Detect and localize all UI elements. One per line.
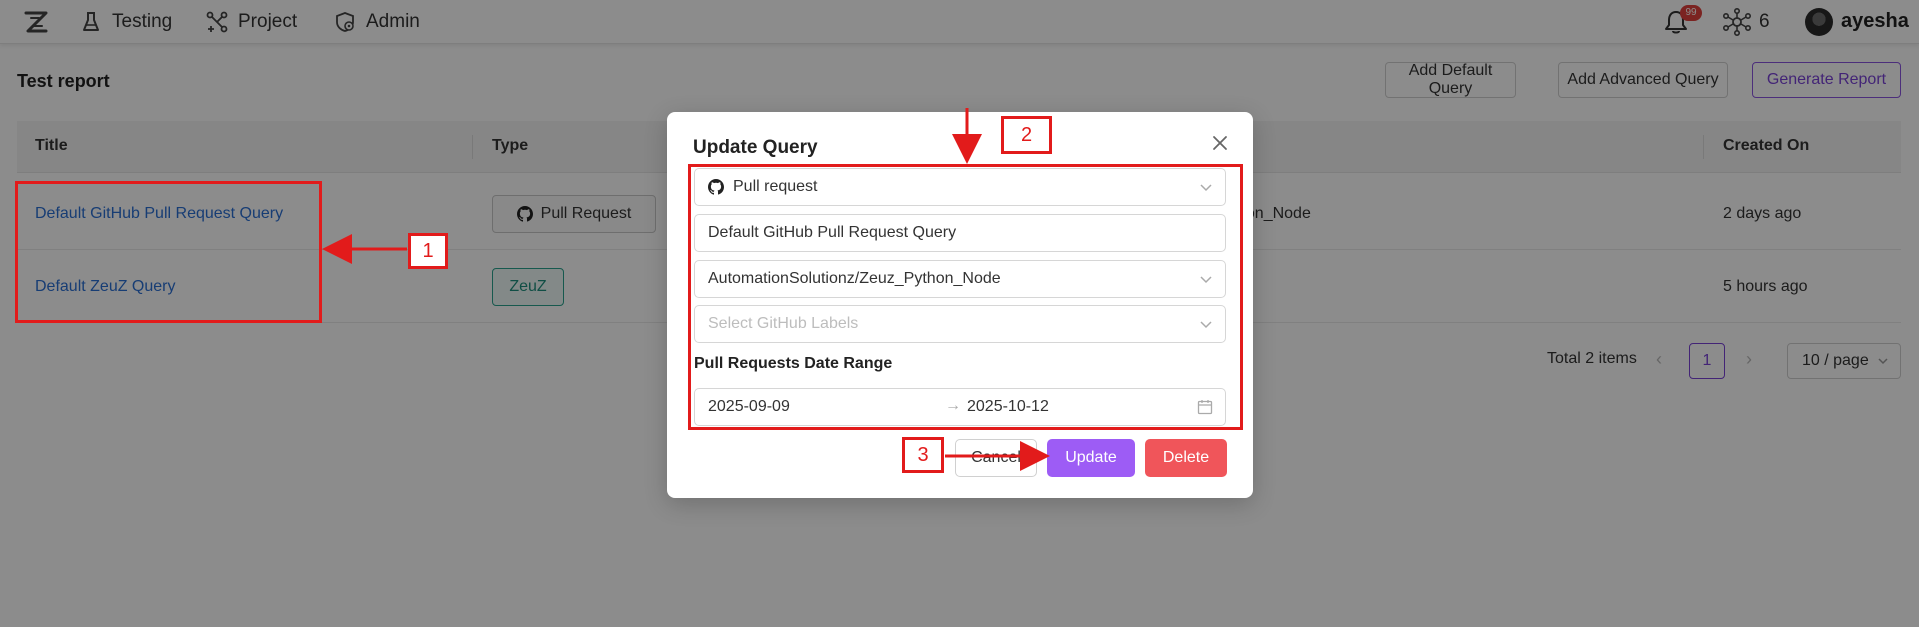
annotation-arrows bbox=[322, 108, 1050, 471]
